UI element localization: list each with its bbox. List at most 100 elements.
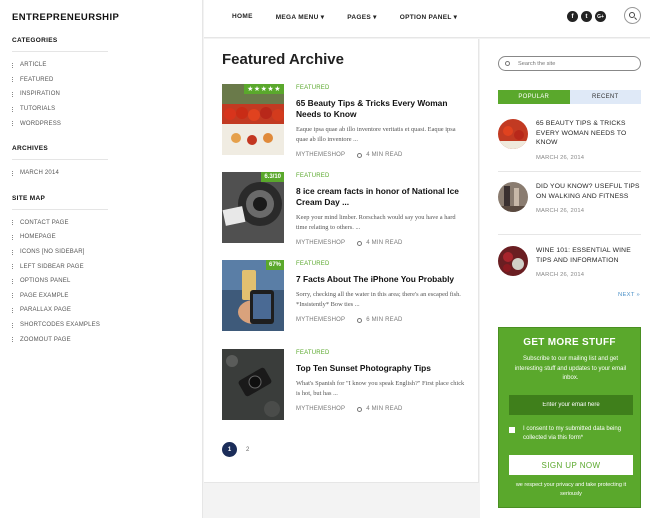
search-button[interactable] — [624, 7, 641, 24]
bullet — [12, 121, 14, 127]
post-thumbnail[interactable]: 67% — [222, 260, 284, 331]
post-title[interactable]: 7 Facts About The iPhone You Probably — [296, 274, 466, 285]
post-card: 67% FEATURED 7 Facts About The iPhone Yo… — [222, 260, 467, 332]
twitter-icon[interactable]: t — [581, 11, 592, 22]
post-category[interactable]: FEATURED — [296, 261, 466, 267]
bullet — [12, 322, 14, 328]
page-link[interactable]: 2 — [246, 447, 249, 453]
post-thumbnail[interactable]: 6.3/10 — [222, 172, 284, 243]
post-category[interactable]: FEATURED — [296, 85, 466, 91]
bullet — [12, 337, 14, 343]
post-title[interactable]: Top Ten Sunset Photography Tips — [296, 363, 466, 374]
post-category[interactable]: FEATURED — [296, 173, 466, 179]
email-field[interactable] — [509, 395, 633, 415]
post-card: ★★★★★ FEATURED 65 Beauty Tips & Tricks E… — [222, 84, 467, 158]
post-author[interactable]: MYTHEMESHOP — [296, 317, 345, 323]
bullet — [12, 307, 14, 313]
tomatoes-image — [222, 84, 284, 155]
tab-popular[interactable]: POPULAR — [498, 90, 570, 104]
google-plus-icon[interactable]: G+ — [595, 11, 606, 22]
post-meta: MYTHEMESHOP 4 MIN READ — [296, 406, 466, 412]
clock-icon — [357, 317, 363, 323]
main-content: Featured Archive ★★★★★ FEATURED 65 Beaut… — [204, 39, 479, 483]
popular-title[interactable]: DID YOU KNOW? USEFUL TIPS ON WALKING AND… — [536, 182, 641, 201]
bullet — [12, 278, 14, 284]
sitemap-link[interactable]: ICONS [NO SIDEBAR] — [12, 245, 190, 260]
tomatoes-thumb — [498, 119, 528, 149]
iphone-hands-image — [222, 260, 284, 331]
post-card: 6.3/10 FEATURED 8 ice cream facts in hon… — [222, 172, 467, 246]
page-title: Featured Archive — [222, 51, 344, 68]
facebook-icon[interactable]: f — [567, 11, 578, 22]
popular-title[interactable]: WINE 101: ESSENTIAL WINE TIPS AND INFORM… — [536, 246, 641, 265]
sitemap-link[interactable]: PAGE EXAMPLE — [12, 289, 190, 304]
bullet — [12, 170, 14, 176]
sitemap-label: CONTACT PAGE — [20, 219, 69, 226]
search-input[interactable] — [518, 59, 636, 69]
bullet — [12, 264, 14, 270]
search-icon-handle — [633, 17, 638, 21]
sitemap-link[interactable]: PARALLAX PAGE — [12, 303, 190, 318]
post-author[interactable]: MYTHEMESHOP — [296, 152, 345, 158]
post-category[interactable]: FEATURED — [296, 350, 466, 356]
popular-title[interactable]: 65 BEAUTY TIPS & TRICKS EVERY WOMAN NEED… — [536, 119, 641, 148]
category-label: WORDPRESS — [20, 120, 62, 127]
newsletter-box: GET MORE STUFF Subscribe to our mailing … — [498, 327, 641, 508]
archives-section: ARCHIVES MARCH 2014 — [12, 145, 190, 181]
bullet — [12, 293, 14, 299]
divider — [498, 171, 641, 172]
post-author[interactable]: MYTHEMESHOP — [296, 406, 345, 412]
nav-option-panel[interactable]: OPTION PANEL ▾ — [400, 13, 457, 21]
post-excerpt: Eaque ipsa quae ab illo inventore verita… — [296, 126, 456, 143]
post-thumbnail[interactable] — [222, 349, 284, 420]
page-current[interactable]: 1 — [222, 442, 237, 457]
consent-label: I consent to my submitted data being col… — [523, 426, 622, 441]
bullet — [12, 91, 14, 97]
sitemap-label: HOMEPAGE — [20, 234, 56, 241]
bullet — [12, 220, 14, 226]
sitemap-label: SHORTCODES EXAMPLES — [20, 322, 101, 329]
post-author[interactable]: MYTHEMESHOP — [296, 240, 345, 246]
sitemap-link[interactable]: ZOOMOUT PAGE — [12, 332, 190, 347]
popular-thumbnail[interactable] — [498, 246, 528, 276]
newsletter-title: GET MORE STUFF — [523, 337, 616, 348]
sitemap-link[interactable]: CONTACT PAGE — [12, 216, 190, 231]
rating-badge: 6.3/10 — [261, 172, 284, 182]
category-link[interactable]: FEATURED — [12, 73, 190, 88]
popular-thumbnail[interactable] — [498, 119, 528, 149]
consent-checkbox[interactable] — [509, 427, 515, 433]
sitemap-link[interactable]: SHORTCODES EXAMPLES — [12, 318, 190, 333]
nav-pages[interactable]: PAGES ▾ — [347, 13, 376, 21]
tab-recent[interactable]: RECENT — [569, 90, 641, 104]
popular-text: DID YOU KNOW? USEFUL TIPS ON WALKING AND… — [536, 182, 641, 214]
sitemap-link[interactable]: HOMEPAGE — [12, 230, 190, 245]
bw-object-image — [222, 172, 284, 243]
nav-mega-menu[interactable]: MEGA MENU ▾ — [276, 13, 325, 21]
post-info: FEATURED 8 ice cream facts in honor of N… — [296, 172, 466, 246]
post-thumbnail[interactable]: ★★★★★ — [222, 84, 284, 155]
post-title[interactable]: 8 ice cream facts in honor of National I… — [296, 186, 466, 208]
popular-thumbnail[interactable] — [498, 182, 528, 212]
post-title[interactable]: 65 Beauty Tips & Tricks Every Woman Need… — [296, 98, 466, 120]
nav-home[interactable]: HOME — [232, 13, 253, 21]
archive-link[interactable]: MARCH 2014 — [12, 166, 190, 181]
next-link[interactable]: NEXT » — [618, 292, 640, 298]
sitemap-label: LEFT SIDBEAR PAGE — [20, 263, 84, 270]
category-link[interactable]: ARTICLE — [12, 58, 190, 73]
sitemap-link[interactable]: LEFT SIDBEAR PAGE — [12, 259, 190, 274]
clock-icon — [357, 152, 363, 158]
divider — [498, 234, 641, 235]
sitemap-link[interactable]: OPTIONS PANEL — [12, 274, 190, 289]
read-time: 4 MIN READ — [366, 152, 403, 158]
post-meta: MYTHEMESHOP 6 MIN READ — [296, 317, 466, 323]
category-link[interactable]: TUTORIALS — [12, 102, 190, 117]
category-link[interactable]: WORDPRESS — [12, 116, 190, 131]
post-meta: MYTHEMESHOP 4 MIN READ — [296, 152, 466, 158]
site-title[interactable]: ENTREPRENEURSHIP — [12, 12, 190, 23]
popular-date: MARCH 26, 2014 — [536, 272, 585, 279]
post-info: FEATURED 65 Beauty Tips & Tricks Every W… — [296, 84, 466, 158]
post-info: FEATURED Top Ten Sunset Photography Tips… — [296, 349, 466, 412]
signup-button[interactable]: SIGN UP NOW — [509, 455, 633, 475]
post-card: FEATURED Top Ten Sunset Photography Tips… — [222, 349, 467, 421]
category-link[interactable]: INSPIRATION — [12, 87, 190, 102]
